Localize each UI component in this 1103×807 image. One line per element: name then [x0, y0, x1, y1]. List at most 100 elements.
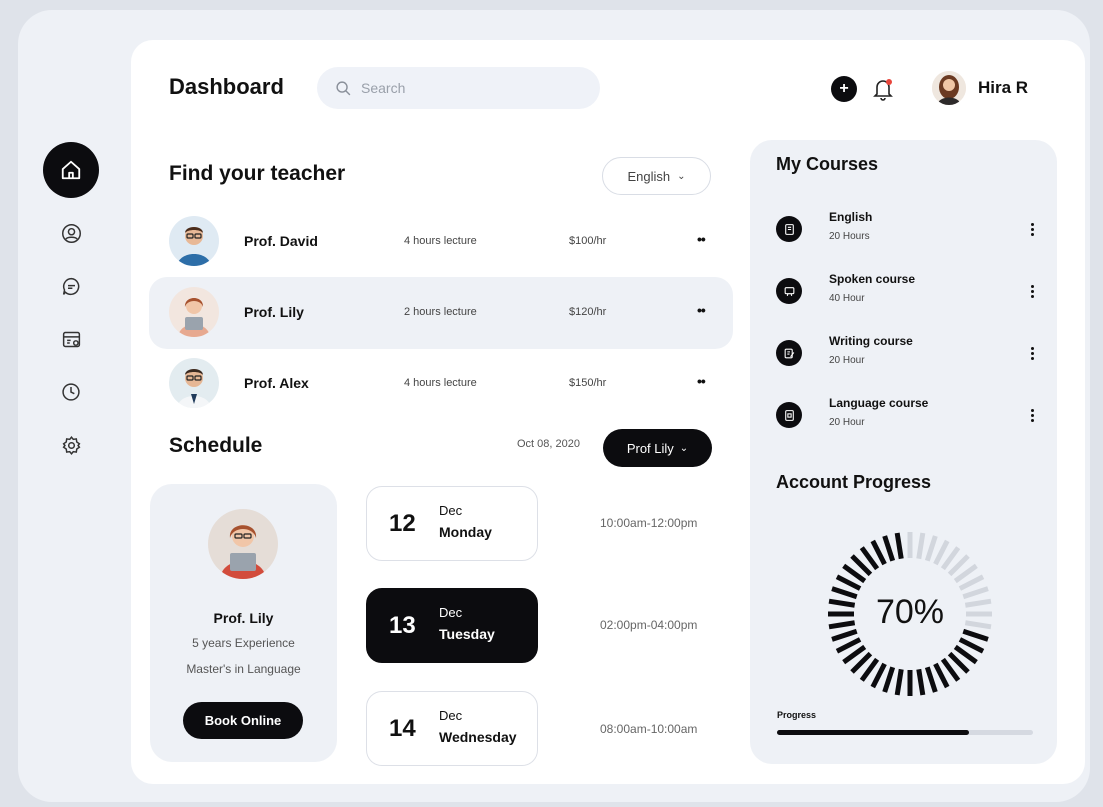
- account-progress-title: Account Progress: [776, 472, 932, 492]
- course-more-icon[interactable]: [1028, 280, 1036, 302]
- teacher-avatar: [169, 216, 219, 266]
- gauge-tick: [958, 574, 985, 591]
- gauge-tick: [894, 668, 904, 696]
- teacher-row[interactable]: Prof. Alex 4 hours lecture $150/hr ••: [149, 348, 733, 420]
- progress-bar-label: Progress: [777, 710, 817, 720]
- sidebar-item-profile[interactable]: [54, 216, 88, 250]
- profile-icon: [61, 223, 81, 243]
- right-sidebar-card: My Courses English 20 Hours Spoken cours…: [750, 140, 1057, 764]
- time-slot: 10:00am-12:00pm: [600, 516, 698, 530]
- user-name[interactable]: Hira R: [978, 78, 1028, 98]
- course-item[interactable]: Language course 20 Hour: [776, 396, 1036, 442]
- gauge-tick: [916, 532, 926, 560]
- page-title: Dashboard: [169, 74, 284, 99]
- teacher-name: Prof. David: [244, 233, 318, 249]
- gauge-tick: [933, 662, 950, 689]
- teacher-profile-card: Prof. Lily 5 years Experience Master's i…: [150, 484, 337, 762]
- day-month: Dec: [439, 708, 463, 723]
- sidebar-item-settings[interactable]: [54, 428, 88, 462]
- notification-bell-icon[interactable]: [871, 75, 895, 103]
- schedule-day-card[interactable]: 13 Dec Tuesday: [366, 588, 538, 663]
- pen-icon: [776, 340, 802, 366]
- sidebar-item-home[interactable]: [43, 142, 99, 198]
- course-hours: 20 Hours: [829, 231, 870, 242]
- teacher-dropdown-value: Prof Lily: [626, 440, 674, 456]
- schedule-day-card[interactable]: 12 Dec Monday: [366, 486, 538, 561]
- profile-name: Prof. Lily: [213, 610, 274, 626]
- sidebar-item-history[interactable]: [54, 375, 88, 409]
- course-hours: 20 Hour: [829, 417, 865, 428]
- course-hours: 40 Hour: [829, 293, 865, 304]
- search-bar[interactable]: [317, 67, 600, 109]
- course-more-icon[interactable]: [1028, 342, 1036, 364]
- course-more-icon[interactable]: [1028, 218, 1036, 240]
- chevron-down-icon: ⌄: [677, 170, 686, 182]
- teacher-name: Prof. Lily: [244, 304, 304, 320]
- language-icon: [776, 402, 802, 428]
- teacher-price: $100/hr: [569, 235, 607, 247]
- course-item[interactable]: Spoken course 40 Hour: [776, 272, 1036, 318]
- course-name: Writing course: [829, 334, 913, 348]
- search-input[interactable]: [361, 80, 581, 96]
- schedule-date: Oct 08, 2020: [517, 438, 580, 450]
- main-panel: Dashboard + Hira R Find your teacher Eng…: [131, 40, 1085, 784]
- course-name: English: [829, 210, 873, 224]
- profile-experience: 5 years Experience: [192, 636, 295, 650]
- teacher-dropdown[interactable]: Prof Lily ⌄: [603, 429, 712, 467]
- book-online-button[interactable]: Book Online: [183, 702, 303, 739]
- plus-icon: +: [839, 80, 849, 97]
- gauge-tick: [924, 666, 938, 693]
- gauge-tick: [835, 574, 862, 591]
- gauge-tick: [882, 666, 896, 693]
- sidebar: [42, 142, 100, 481]
- add-button[interactable]: +: [831, 76, 857, 102]
- teacher-lecture: 4 hours lecture: [404, 377, 477, 389]
- course-more-icon[interactable]: [1028, 404, 1036, 426]
- schedule-day-card[interactable]: 14 Dec Wednesday: [366, 691, 538, 766]
- course-hours: 20 Hour: [829, 355, 865, 366]
- gauge-tick: [882, 535, 896, 562]
- settings-icon: [62, 435, 80, 455]
- day-name: Monday: [439, 524, 492, 540]
- gauge-tick: [924, 535, 938, 562]
- more-options-icon[interactable]: ••: [697, 231, 706, 247]
- gauge-tick: [962, 628, 989, 642]
- microphone-icon: [776, 278, 802, 304]
- time-slot: 02:00pm-04:00pm: [600, 618, 698, 632]
- gauge-tick: [916, 668, 926, 696]
- language-dropdown[interactable]: English ⌄: [602, 157, 711, 195]
- day-name: Wednesday: [439, 729, 517, 745]
- more-options-icon[interactable]: ••: [697, 373, 706, 389]
- progress-percent: 70%: [875, 593, 945, 631]
- gauge-tick: [835, 637, 862, 654]
- teacher-price: $120/hr: [569, 306, 607, 318]
- progress-bar-fill: [777, 730, 969, 735]
- user-avatar[interactable]: [932, 71, 966, 105]
- gauge-tick: [933, 539, 950, 566]
- teacher-row[interactable]: Prof. David 4 hours lecture $100/hr ••: [149, 206, 733, 278]
- chevron-down-icon: ⌄: [679, 442, 689, 454]
- course-item[interactable]: English 20 Hours: [776, 210, 1036, 256]
- course-name: Spoken course: [829, 272, 916, 286]
- my-courses-title: My Courses: [776, 154, 879, 174]
- teacher-name: Prof. Alex: [244, 375, 309, 391]
- chat-icon: [62, 277, 79, 295]
- day-month: Dec: [439, 503, 463, 518]
- more-options-icon[interactable]: ••: [697, 302, 706, 318]
- schedule-title: Schedule: [169, 434, 263, 457]
- teacher-avatar: [169, 358, 219, 408]
- gauge-tick: [870, 662, 887, 689]
- day-number: 12: [389, 510, 416, 537]
- find-teacher-title: Find your teacher: [169, 162, 346, 185]
- clock-icon: [62, 383, 80, 401]
- sidebar-item-calendar[interactable]: [54, 322, 88, 356]
- gauge-tick: [831, 628, 858, 642]
- day-number: 13: [389, 612, 416, 639]
- teacher-lecture: 2 hours lecture: [404, 306, 477, 318]
- course-name: Language course: [829, 396, 929, 410]
- course-item[interactable]: Writing course 20 Hour: [776, 334, 1036, 380]
- calendar-icon: [62, 331, 80, 347]
- home-icon: [61, 160, 81, 180]
- sidebar-item-chat[interactable]: [54, 269, 88, 303]
- teacher-row[interactable]: Prof. Lily 2 hours lecture $120/hr ••: [149, 277, 733, 349]
